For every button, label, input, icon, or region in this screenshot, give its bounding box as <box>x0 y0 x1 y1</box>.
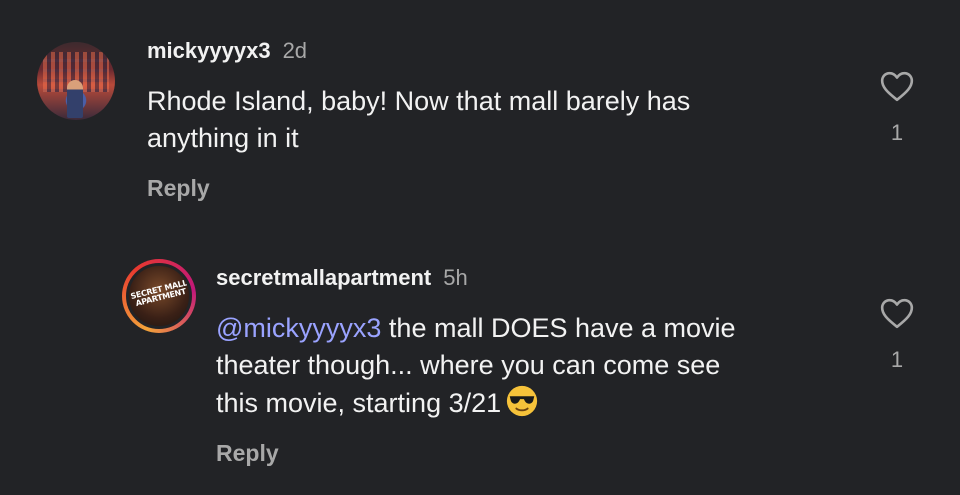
comment-text-line: this movie, starting 3/21 <box>216 384 856 422</box>
comment-text-line: @mickyyyyx3 the mall DOES have a movie <box>216 310 856 347</box>
avatar[interactable] <box>37 42 115 120</box>
avatar[interactable]: SECRET MALL APARTMENT <box>126 263 192 329</box>
like-count: 1 <box>890 347 904 372</box>
comment-text-segment: the mall DOES have a movie <box>381 313 736 343</box>
comment-text-line: theater though... where you can come see <box>216 350 721 380</box>
username[interactable]: secretmallapartment <box>216 265 431 290</box>
story-ring[interactable]: SECRET MALL APARTMENT <box>122 259 196 333</box>
comment-text: Rhode Island, baby! Now that mall barely… <box>147 83 847 157</box>
comment-text: @mickyyyyx3 the mall DOES have a movie t… <box>216 310 856 422</box>
user-mention[interactable]: @mickyyyyx3 <box>216 313 381 343</box>
comment-header: mickyyyyx3 2d <box>147 38 307 64</box>
comment-header: secretmallapartment 5h <box>216 265 468 291</box>
avatar-logo: SECRET MALL APARTMENT <box>129 278 189 309</box>
timestamp: 2d <box>282 38 308 63</box>
comments-section: mickyyyyx3 2d Rhode Island, baby! Now tha… <box>0 0 960 495</box>
heart-icon[interactable] <box>879 70 915 102</box>
timestamp: 5h <box>443 265 468 290</box>
sunglasses-emoji-icon <box>507 385 538 417</box>
heart-icon[interactable] <box>879 297 915 329</box>
reply-button[interactable]: Reply <box>147 175 210 202</box>
avatar-photo-person <box>67 80 83 118</box>
reply-button[interactable]: Reply <box>216 440 279 467</box>
username[interactable]: mickyyyyx3 <box>147 38 271 63</box>
comment-text-line: Rhode Island, baby! Now that mall barely… <box>147 86 691 116</box>
like-count: 1 <box>890 120 904 145</box>
comment-text-segment: this movie, starting 3/21 <box>216 388 502 418</box>
comment-text-line: anything in it <box>147 123 299 153</box>
